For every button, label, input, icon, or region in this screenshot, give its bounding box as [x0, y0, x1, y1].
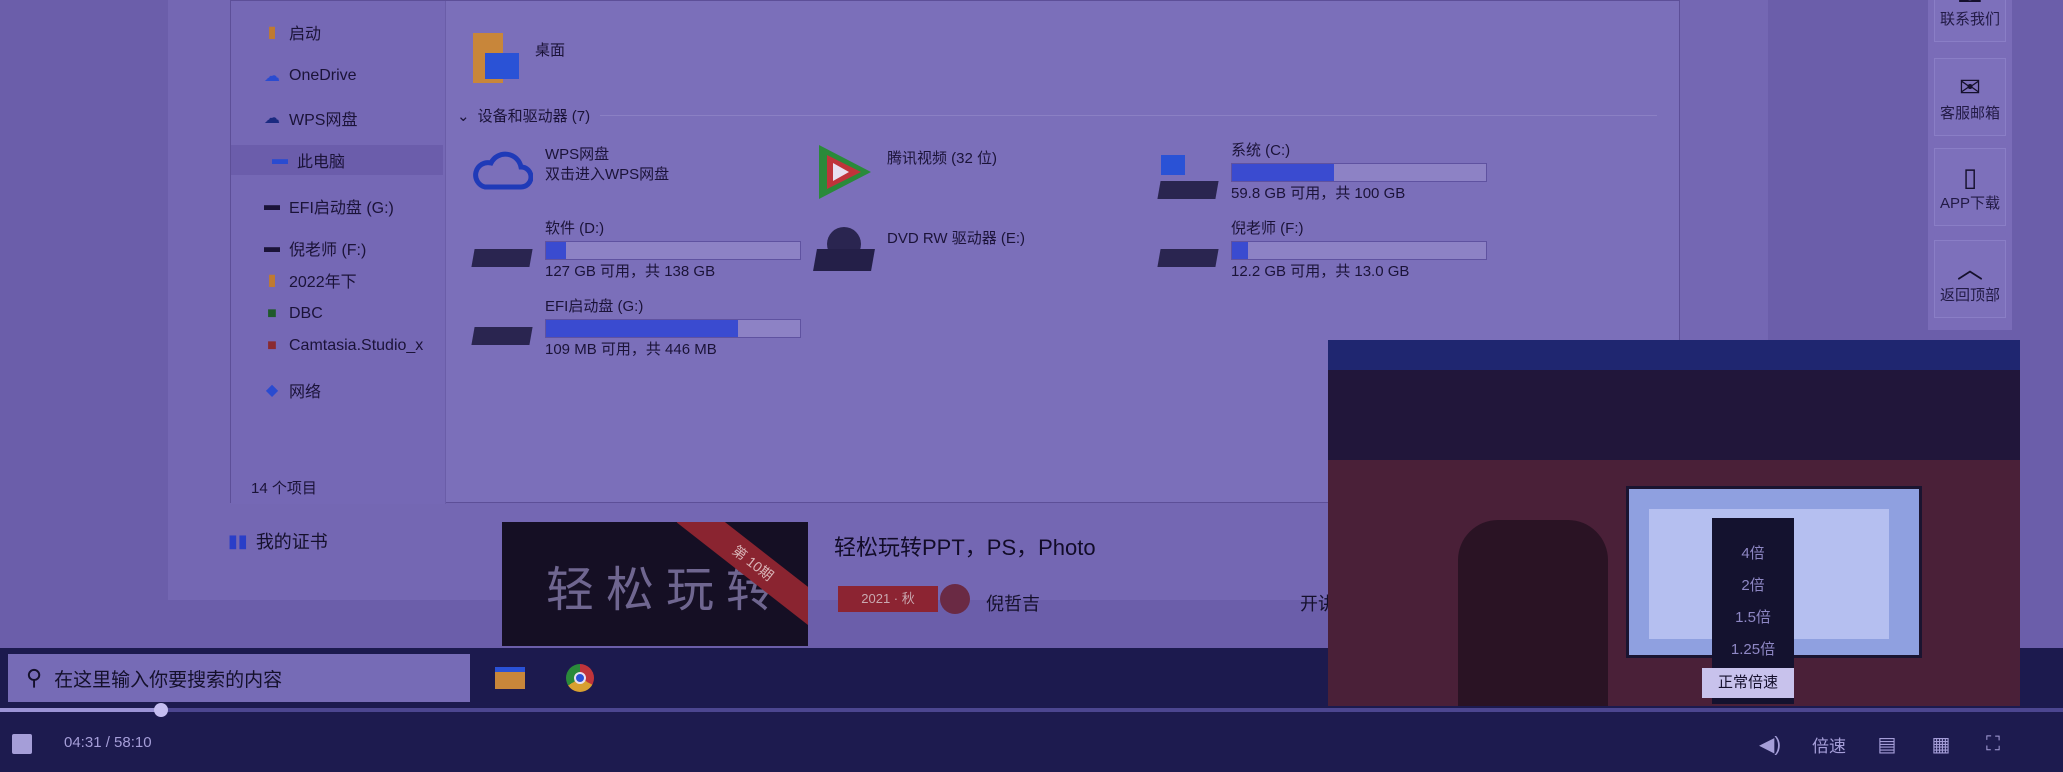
up-arrow-icon: ︿ — [1956, 253, 1983, 284]
capacity-bar — [545, 241, 801, 260]
speed-option-1-25x[interactable]: 1.25倍 — [1712, 634, 1794, 666]
nav-item-camtasia[interactable]: ■ Camtasia.Studio_x — [261, 331, 423, 361]
nav-item-network[interactable]: ◆ 网络 — [261, 375, 321, 405]
navigation-pane: ▮ 启动 ☁ OneDrive ☁ WPS网盘 ▬ 此电脑 ▬ EFI启动盘 (… — [231, 1, 446, 504]
nav-item-startup[interactable]: ▮ 启动 — [261, 17, 321, 47]
drive-tencent-video[interactable]: 腾讯视频 (32 位) — [813, 141, 997, 203]
nav-item-teacher-drive[interactable]: ▬ 倪老师 (F:) — [261, 233, 366, 263]
speed-option-2x[interactable]: 2倍 — [1712, 570, 1794, 602]
play-button[interactable] — [12, 734, 32, 754]
avatar — [940, 584, 970, 614]
video-controls: 04:31 / 58:10 ◀) 倍速 ▤ ▦ ⛶ — [0, 703, 2063, 772]
chevron-down-icon: ⌄ — [457, 107, 470, 125]
picture-in-picture-icon[interactable]: ▤ — [1874, 732, 1900, 756]
drive-d[interactable]: 软件 (D:) 127 GB 可用，共 138 GB — [471, 219, 801, 282]
floating-toolbar: ☎ 联系我们 ✉ 客服邮箱 ▯ APP下载 ︿ 返回顶部 — [1928, 0, 2012, 330]
drive-icon — [471, 297, 533, 359]
layout-icon[interactable]: ▦ — [1928, 732, 1954, 756]
network-icon: ◆ — [265, 382, 279, 399]
chrome-icon[interactable] — [562, 660, 598, 696]
folder-icon: ▮ — [267, 24, 277, 41]
app-icon: ■ — [267, 305, 277, 322]
search-icon: ⚲ — [26, 665, 43, 690]
cloud-icon — [471, 145, 534, 207]
fullscreen-icon[interactable]: ⛶ — [1980, 732, 2006, 756]
capacity-bar — [1231, 241, 1487, 260]
folder-icon: ▮ — [267, 272, 277, 289]
contact-us-button[interactable]: ☎ 联系我们 — [1934, 0, 2006, 42]
drive-f[interactable]: 倪老师 (F:) 12.2 GB 可用，共 13.0 GB — [1157, 219, 1487, 282]
tencent-video-icon — [813, 141, 875, 203]
drive-icon: ▬ — [264, 239, 280, 256]
drive-g[interactable]: EFI启动盘 (G:) 109 MB 可用，共 446 MB — [471, 297, 801, 360]
volume-icon[interactable]: ◀) — [1756, 732, 1784, 756]
capacity-bar — [1231, 163, 1487, 182]
progress-bar[interactable] — [0, 703, 2063, 717]
speed-option-1-5x[interactable]: 1.5倍 — [1712, 602, 1794, 634]
presenter — [1458, 520, 1608, 706]
book-icon: ▮▮ — [228, 530, 248, 551]
item-count: 14 个项目 — [251, 480, 317, 497]
course-tag: 2021 · 秋 — [838, 586, 938, 612]
nav-item-onedrive[interactable]: ☁ OneDrive — [261, 61, 357, 91]
course-thumbnail[interactable]: 轻松玩转 第 10期 — [502, 522, 808, 646]
nav-item-dbc[interactable]: ■ DBC — [261, 299, 323, 329]
playback-speed-menu: 4倍 2倍 1.5倍 1.25倍 正常倍速 — [1702, 518, 1794, 704]
taskbar-search-box[interactable]: ⚲ 在这里输入你要搜索的内容 — [8, 654, 470, 702]
course-author: 倪哲吉 — [986, 594, 1040, 614]
my-certificates-link[interactable]: ▮▮ 我的证书 — [228, 528, 328, 554]
drive-c[interactable]: 系统 (C:) 59.8 GB 可用，共 100 GB — [1157, 141, 1487, 204]
service-mail-button[interactable]: ✉ 客服邮箱 — [1934, 58, 2006, 136]
nav-item-2022[interactable]: ▮ 2022年下 — [261, 265, 357, 295]
camtasia-icon: ■ — [267, 337, 277, 354]
app-download-button[interactable]: ▯ APP下载 — [1934, 148, 2006, 226]
desktop-folder[interactable]: 桌面 — [471, 29, 565, 89]
headset-icon: ☎ — [1954, 0, 1986, 8]
mail-icon: ✉ — [1959, 71, 1981, 102]
cloud-icon: ☁ — [264, 68, 280, 85]
drive-e[interactable]: DVD RW 驱动器 (E:) — [813, 219, 1025, 281]
devices-group-header[interactable]: ⌄ 设备和驱动器 (7) — [457, 105, 1657, 126]
progress-handle[interactable] — [153, 703, 168, 717]
nav-item-efi-drive[interactable]: ▬ EFI启动盘 (G:) — [261, 191, 394, 221]
time-display: 04:31 / 58:10 — [64, 734, 152, 751]
nav-item-wps-drive[interactable]: ☁ WPS网盘 — [261, 103, 357, 133]
wps-cloud-icon: ☁ — [264, 110, 280, 127]
drive-icon — [471, 219, 533, 281]
speed-option-normal[interactable]: 正常倍速 — [1702, 668, 1794, 698]
speed-option-4x[interactable]: 4倍 — [1712, 538, 1794, 570]
webcam-pip[interactable] — [1328, 340, 2020, 706]
windows-drive-icon — [1157, 141, 1219, 203]
nav-item-this-pc[interactable]: ▬ 此电脑 — [231, 145, 443, 175]
back-to-top-button[interactable]: ︿ 返回顶部 — [1934, 240, 2006, 318]
drive-wps[interactable]: WPS网盘 双击进入WPS网盘 — [471, 145, 669, 207]
file-explorer-icon[interactable] — [492, 660, 528, 696]
capacity-bar — [545, 319, 801, 338]
drive-icon: ▬ — [264, 197, 280, 214]
dvd-drive-icon — [813, 219, 875, 281]
folder-icon — [471, 29, 523, 89]
divider — [600, 115, 1657, 116]
phone-icon: ▯ — [1962, 161, 1978, 192]
computer-icon: ▬ — [272, 151, 288, 168]
drive-icon — [1157, 219, 1219, 281]
speed-button[interactable]: 倍速 — [1812, 732, 1846, 756]
course-title[interactable]: 轻松玩转PPT，PS，Photo — [834, 530, 1096, 562]
